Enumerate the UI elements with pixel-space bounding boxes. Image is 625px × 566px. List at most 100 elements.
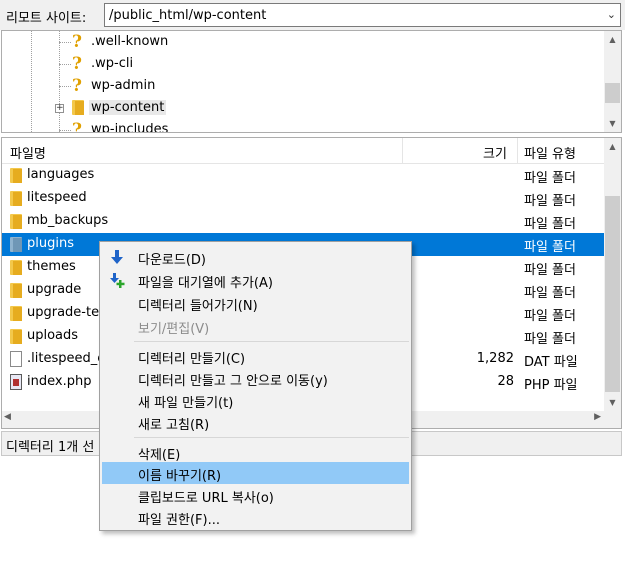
menu-item-view-edit: 보기/편집(V) xyxy=(102,315,409,337)
scrollbar-thumb[interactable] xyxy=(605,196,620,392)
file-type: 파일 폴더 xyxy=(524,309,576,324)
file-name: index.php xyxy=(27,374,92,389)
question-icon: ? xyxy=(72,54,82,74)
tree-item-wp-content[interactable]: + wp-content xyxy=(2,97,602,119)
file-type: 파일 폴더 xyxy=(524,194,576,209)
download-arrow-icon xyxy=(111,250,123,264)
menu-separator xyxy=(134,437,409,438)
menu-item-label: 삭제(E) xyxy=(138,448,181,463)
file-name: themes xyxy=(27,259,76,274)
menu-item-create-file[interactable]: 새 파일 만들기(t) xyxy=(102,389,409,411)
add-to-queue-icon xyxy=(110,273,125,288)
folder-icon xyxy=(10,237,22,252)
column-divider[interactable] xyxy=(402,138,403,164)
folder-icon xyxy=(10,260,22,275)
menu-item-label: 클립보드로 URL 복사(o) xyxy=(138,491,274,506)
question-icon: ? xyxy=(72,32,82,52)
tree-item-wp-includes[interactable]: ? wp-includes xyxy=(2,119,602,133)
php-file-icon xyxy=(10,374,22,390)
folder-icon xyxy=(10,168,22,183)
file-type: 파일 폴더 xyxy=(524,332,576,347)
tree-item-wp-cli[interactable]: ? .wp-cli xyxy=(2,53,602,75)
scroll-down-icon[interactable]: ▼ xyxy=(604,394,621,411)
file-type: DAT 파일 xyxy=(524,355,578,370)
scroll-down-icon[interactable]: ▼ xyxy=(604,115,621,132)
folder-icon xyxy=(10,191,22,206)
menu-item-label: 다운로드(D) xyxy=(138,253,206,268)
menu-item-label: 디렉터리 만들기(C) xyxy=(138,352,246,367)
folder-icon xyxy=(10,329,22,344)
tree-item-wp-admin[interactable]: ? wp-admin xyxy=(2,75,602,97)
sort-ascending-icon: ^ xyxy=(198,137,206,145)
file-type: 파일 폴더 xyxy=(524,263,576,278)
file-name: plugins xyxy=(27,236,74,251)
file-row-languages[interactable]: languages 파일 폴더 xyxy=(2,164,605,187)
menu-item-label: 새 파일 만들기(t) xyxy=(138,396,234,411)
folder-icon xyxy=(10,283,22,298)
file-name: upgrade xyxy=(27,282,82,297)
file-icon xyxy=(10,351,22,367)
file-type: 파일 폴더 xyxy=(524,286,576,301)
remote-directory-tree[interactable]: ? .well-known ? .wp-cli ? wp-admin + wp-… xyxy=(1,30,622,133)
file-type: PHP 파일 xyxy=(524,378,578,393)
remote-site-label: 리모트 사이트: xyxy=(6,11,87,26)
file-row-litespeed[interactable]: litespeed 파일 폴더 xyxy=(2,187,605,210)
menu-separator xyxy=(134,341,409,342)
file-name: litespeed xyxy=(27,190,87,205)
menu-item-copy-url[interactable]: 클립보드로 URL 복사(o) xyxy=(102,484,409,506)
menu-item-label: 디렉터리 들어가기(N) xyxy=(138,299,258,314)
file-size: 1,282 xyxy=(476,351,514,366)
file-name: uploads xyxy=(27,328,79,343)
menu-item-label: 파일 권한(F)... xyxy=(138,513,220,528)
tree-item-label: wp-includes xyxy=(91,122,169,133)
menu-item-label: 디렉터리 만들고 그 안으로 이동(y) xyxy=(138,374,328,389)
menu-item-label: 새로 고침(R) xyxy=(138,418,210,433)
scroll-up-icon[interactable]: ▲ xyxy=(604,138,621,155)
menu-item-create-directory[interactable]: 디렉터리 만들기(C) xyxy=(102,345,409,367)
list-vertical-scrollbar[interactable]: ▲ ▼ xyxy=(604,138,621,411)
remote-path-combobox[interactable]: /public_html/wp-content ⌄ xyxy=(104,3,621,27)
menu-item-create-and-enter-directory[interactable]: 디렉터리 만들고 그 안으로 이동(y) xyxy=(102,367,409,389)
context-menu: 다운로드(D) 파일을 대기열에 추가(A) 디렉터리 들어가기(N) 보기/편… xyxy=(99,241,412,531)
scrollbar-thumb[interactable] xyxy=(605,83,620,103)
file-name: languages xyxy=(27,167,95,182)
scroll-right-icon[interactable]: ▶ xyxy=(594,412,601,422)
tree-vertical-scrollbar[interactable]: ▲ ▼ xyxy=(604,31,621,132)
tree-item-well-known[interactable]: ? .well-known xyxy=(2,31,602,53)
file-type: 파일 폴더 xyxy=(524,217,576,232)
scroll-up-icon[interactable]: ▲ xyxy=(604,31,621,48)
remote-path-value[interactable]: /public_html/wp-content xyxy=(109,8,266,23)
menu-item-add-to-queue[interactable]: 파일을 대기열에 추가(A) xyxy=(102,269,409,291)
chevron-down-icon[interactable]: ⌄ xyxy=(607,8,616,21)
folder-icon xyxy=(10,306,22,321)
folder-icon xyxy=(72,100,84,115)
column-header-size[interactable]: 크기 xyxy=(483,143,507,162)
scroll-left-icon[interactable]: ◀ xyxy=(4,412,11,422)
remote-site-bar: 리모트 사이트: /public_html/wp-content ⌄ xyxy=(0,0,625,30)
status-text: 디렉터리 1개 선 xyxy=(6,440,95,455)
question-icon: ? xyxy=(72,120,82,133)
folder-icon xyxy=(10,214,22,229)
menu-item-refresh[interactable]: 새로 고침(R) xyxy=(102,411,409,433)
menu-item-rename[interactable]: 이름 바꾸기(R) xyxy=(102,462,409,484)
menu-item-delete[interactable]: 삭제(E) xyxy=(102,441,409,463)
column-header-name[interactable]: 파일명 xyxy=(10,143,46,162)
expand-icon[interactable]: + xyxy=(55,104,64,113)
menu-item-enter-directory[interactable]: 디렉터리 들어가기(N) xyxy=(102,292,409,314)
tree-item-label: wp-admin xyxy=(91,78,156,93)
menu-item-label: 보기/편집(V) xyxy=(138,322,210,337)
file-row-mb-backups[interactable]: mb_backups 파일 폴더 xyxy=(2,210,605,233)
scrollbar-corner xyxy=(604,411,621,428)
menu-item-file-permissions[interactable]: 파일 권한(F)... xyxy=(102,506,409,528)
menu-item-download[interactable]: 다운로드(D) xyxy=(102,246,409,268)
file-type: 파일 폴더 xyxy=(524,240,576,255)
tree-item-label: .wp-cli xyxy=(91,56,134,71)
tree-item-label: wp-content xyxy=(89,100,167,115)
column-divider[interactable] xyxy=(517,138,518,164)
file-size: 28 xyxy=(497,374,514,389)
tree-item-label: .well-known xyxy=(91,34,169,49)
file-name: upgrade-ter xyxy=(27,305,105,320)
column-header-type[interactable]: 파일 유형 xyxy=(524,143,576,162)
menu-item-label: 파일을 대기열에 추가(A) xyxy=(138,276,273,291)
file-type: 파일 폴더 xyxy=(524,171,576,186)
